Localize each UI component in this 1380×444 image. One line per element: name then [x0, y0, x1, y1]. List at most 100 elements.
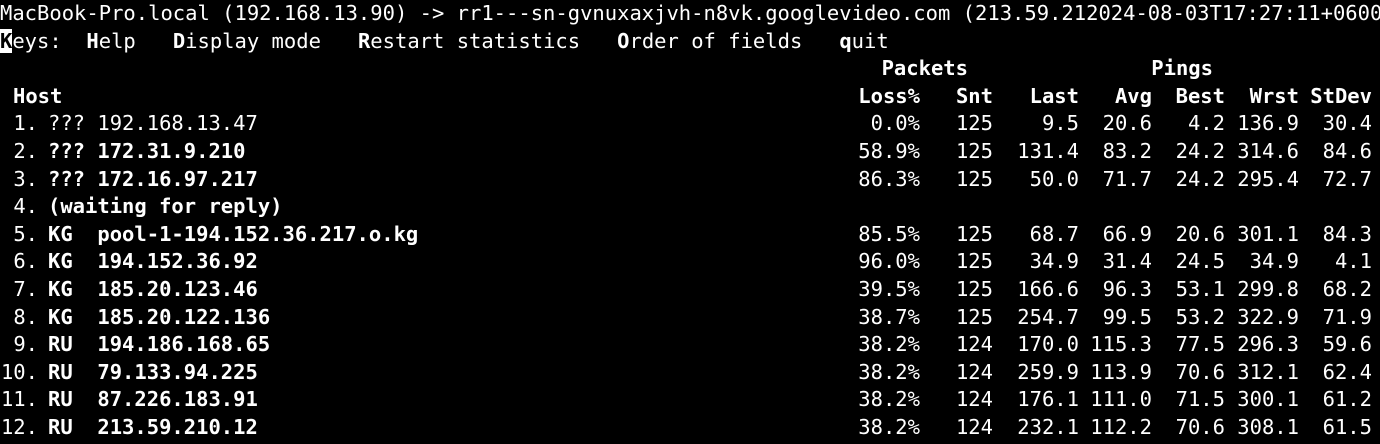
- column-stdev: StDev: [1310, 83, 1372, 108]
- title-line: MacBook-Pro.local (192.168.13.90) -> rr1…: [0, 1, 1380, 25]
- table-row: 8. KG 185.20.122.136 38.7% 125 254.7 99.5 53.2…: [0, 304, 1380, 332]
- hop-wrst: 312.1: [1237, 359, 1299, 384]
- hop-wrst: 308.1: [1237, 415, 1299, 439]
- hop-stdev: 4.1: [1334, 249, 1372, 274]
- hop-snt: 124: [955, 387, 993, 412]
- column-wrst: Wrst: [1249, 83, 1299, 108]
- hop-number: 12.: [0, 415, 38, 439]
- hop-last: 50.0: [1029, 166, 1079, 191]
- hop-avg: 20.6: [1102, 111, 1152, 136]
- column-loss: Loss%: [858, 83, 920, 108]
- key-display-mode-label: isplay mode: [185, 28, 321, 53]
- hop-wrst: 301.1: [1237, 221, 1299, 246]
- table-row: 2. ??? 172.31.9.210 58.9% 125 131.4 83.2 24.2 3…: [0, 138, 1380, 166]
- hop-loss: 96.0%: [858, 249, 920, 274]
- key-help[interactable]: H: [86, 29, 98, 53]
- key-display-mode[interactable]: D: [173, 29, 185, 53]
- hop-stdev: 84.3: [1322, 221, 1372, 246]
- hop-snt: 124: [955, 332, 993, 357]
- hop-best: 53.2: [1175, 304, 1225, 329]
- hop-host: (waiting for reply): [48, 194, 283, 219]
- column-host: Host: [13, 83, 63, 108]
- hop-loss: 0.0%: [870, 111, 920, 136]
- hop-number: 6.: [13, 249, 38, 274]
- hop-host: KG pool-1-194.152.36.217.o.kg: [48, 221, 419, 246]
- hop-last: 254.7: [1017, 304, 1079, 329]
- hop-wrst: 34.9: [1249, 249, 1299, 274]
- hop-loss: 85.5%: [858, 221, 920, 246]
- key-quit[interactable]: q: [839, 29, 851, 53]
- hop-best: 71.5: [1175, 387, 1225, 412]
- hop-stdev: 59.6: [1322, 332, 1372, 357]
- hop-loss: 39.5%: [858, 277, 920, 301]
- hop-last: 9.5: [1041, 111, 1079, 136]
- hop-loss: 38.7%: [858, 304, 920, 329]
- table-row: 1. ??? 192.168.13.47 0.0% 125 9.5 20.6 4.2 136.…: [0, 110, 1380, 138]
- column-avg: Avg: [1114, 83, 1152, 108]
- hop-stdev: 30.4: [1322, 111, 1372, 136]
- hop-snt: 125: [955, 277, 993, 301]
- hop-best: 70.6: [1175, 415, 1225, 439]
- hop-host: KG 194.152.36.92: [48, 249, 258, 274]
- hop-avg: 66.9: [1102, 221, 1152, 246]
- hop-best: 24.2: [1175, 166, 1225, 191]
- hop-wrst: 322.9: [1237, 304, 1299, 329]
- terminal-window[interactable]: MacBook-Pro.local (192.168.13.90) -> rr1…: [0, 0, 1380, 444]
- hop-number: 8.: [13, 304, 38, 329]
- hop-number: 5.: [13, 221, 38, 246]
- column-last: Last: [1029, 83, 1079, 108]
- hop-snt: 125: [955, 304, 993, 329]
- hop-avg: 115.3: [1090, 332, 1152, 357]
- hop-number: 2.: [13, 139, 38, 163]
- hop-loss: 38.2%: [858, 415, 920, 439]
- hop-best: 24.5: [1175, 249, 1225, 274]
- hop-avg: 31.4: [1102, 249, 1152, 274]
- keys-label: eys:: [12, 28, 62, 53]
- hop-snt: 125: [955, 139, 993, 163]
- table-row: 3. ??? 172.16.97.217 86.3% 125 50.0 71.7 24.2 2…: [0, 166, 1380, 194]
- hop-loss: 86.3%: [858, 166, 920, 191]
- hop-wrst: 136.9: [1237, 111, 1299, 136]
- hop-number: 4.: [13, 194, 38, 219]
- group-header-line: Packets Pings: [0, 55, 1380, 83]
- hop-snt: 125: [955, 221, 993, 246]
- hop-host: ??? 172.31.9.210: [48, 139, 246, 163]
- hop-number: 1.: [13, 111, 38, 136]
- hop-host: RU 79.133.94.225: [48, 359, 258, 384]
- table-row: 7. KG 185.20.123.46 39.5% 125 166.6 96.3 53.1 2…: [0, 276, 1380, 304]
- table-row: 5. KG pool-1-194.152.36.217.o.kg 85.5% 125 6…: [0, 221, 1380, 249]
- key-quit-label: uit: [851, 28, 889, 53]
- hop-wrst: 300.1: [1237, 387, 1299, 412]
- key-restart-statistics[interactable]: R: [358, 29, 370, 53]
- hop-loss: 38.2%: [858, 387, 920, 412]
- hop-host: KG 185.20.123.46: [48, 277, 258, 301]
- hop-best: 24.2: [1175, 139, 1225, 163]
- hop-stdev: 61.5: [1322, 415, 1372, 439]
- hop-avg: 113.9: [1090, 359, 1152, 384]
- hop-best: 4.2: [1187, 111, 1225, 136]
- hop-wrst: 314.6: [1237, 139, 1299, 163]
- hop-stdev: 84.6: [1322, 139, 1372, 163]
- hop-stdev: 61.2: [1322, 387, 1372, 412]
- key-order-of-fields[interactable]: O: [617, 29, 629, 53]
- hop-avg: 111.0: [1090, 387, 1152, 412]
- packets-header: Packets: [881, 56, 968, 81]
- table-row: 6. KG 194.152.36.92 96.0% 125 34.9 31.4 24.5 34…: [0, 248, 1380, 276]
- key-order-of-fields-label: rder of fields: [629, 28, 803, 53]
- cursor: K: [0, 28, 13, 53]
- hop-stdev: 62.4: [1322, 359, 1372, 384]
- hop-snt: 125: [955, 249, 993, 274]
- hop-avg: 112.2: [1090, 415, 1152, 439]
- hop-avg: 83.2: [1102, 139, 1152, 163]
- hop-best: 20.6: [1175, 221, 1225, 246]
- hop-avg: 99.5: [1102, 304, 1152, 329]
- hop-loss: 58.9%: [858, 139, 920, 163]
- hop-number: 9.: [13, 332, 38, 357]
- hop-loss: 38.2%: [858, 359, 920, 384]
- hop-host: RU 194.186.168.65: [48, 332, 271, 357]
- hop-snt: 124: [955, 415, 993, 439]
- hop-last: 166.6: [1017, 277, 1079, 301]
- hop-stdev: 72.7: [1322, 166, 1372, 191]
- hop-last: 259.9: [1017, 359, 1079, 384]
- hop-number: 7.: [13, 277, 38, 301]
